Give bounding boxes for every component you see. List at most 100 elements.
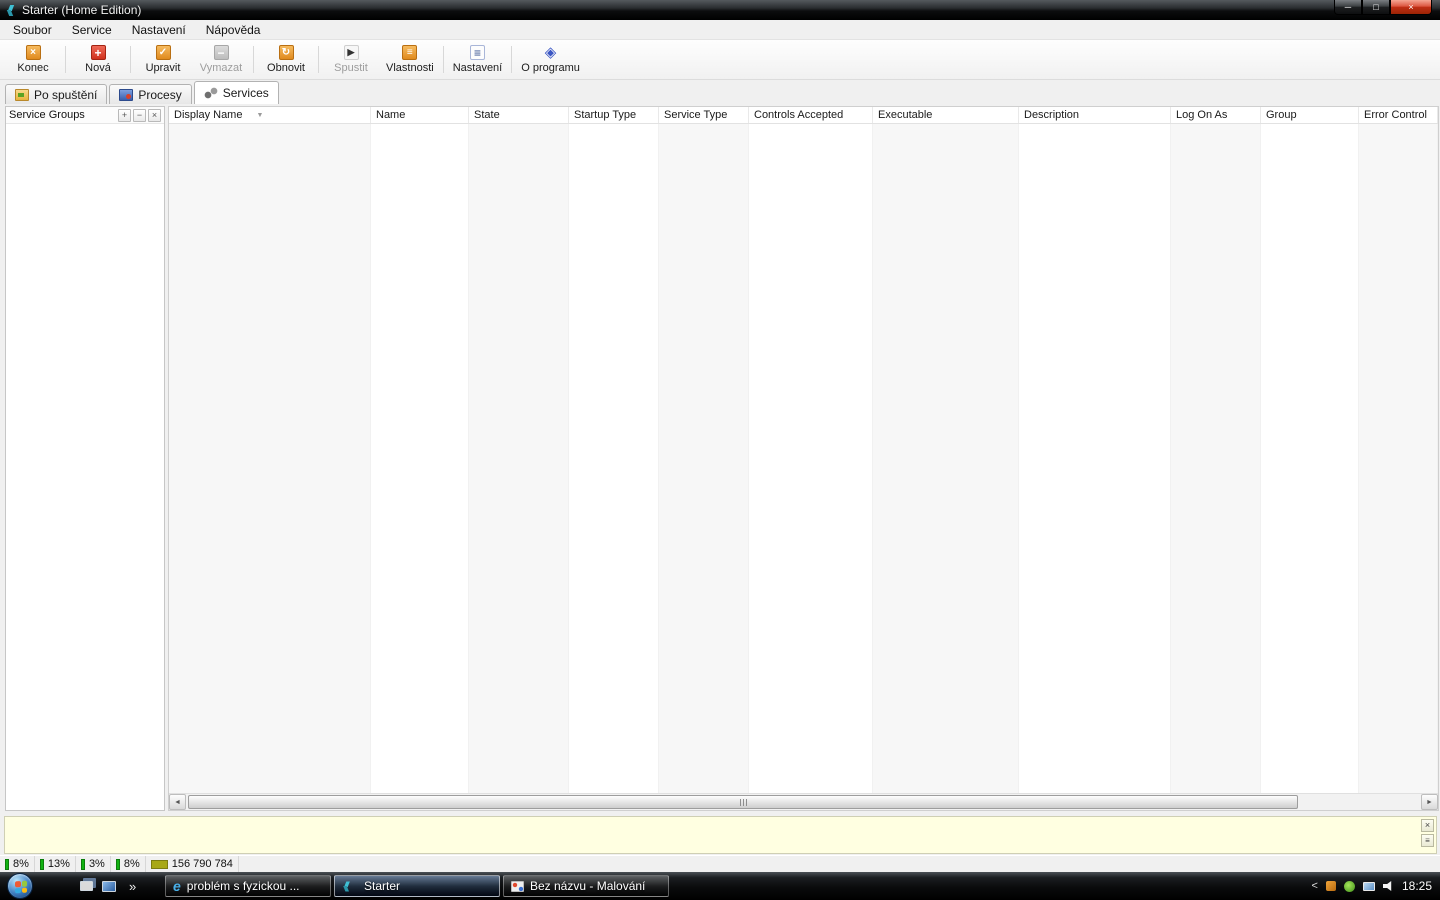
about-icon: ◈	[544, 44, 557, 61]
refresh-icon: ↻	[278, 45, 294, 60]
scrollbar-track[interactable]	[186, 794, 1421, 810]
delete-icon: −	[213, 45, 229, 60]
switch-windows-icon[interactable]	[80, 881, 93, 891]
tab-procesy[interactable]: Procesy	[109, 84, 192, 104]
column-header-group[interactable]: Group	[1261, 107, 1359, 123]
scrollbar-thumb[interactable]	[188, 795, 1298, 809]
horizontal-scrollbar: ◄ ►	[169, 793, 1438, 810]
note-menu-button[interactable]: ≡	[1421, 834, 1434, 847]
usage-value: 3%	[88, 858, 105, 870]
usage-value: 13%	[47, 858, 70, 870]
exit-icon: ×	[25, 45, 41, 60]
column-header-display-name[interactable]: Display Name ▼	[169, 107, 371, 123]
column-header-description[interactable]: Description	[1019, 107, 1171, 123]
minimize-button[interactable]: ─	[1334, 0, 1362, 15]
nova-button[interactable]: + Nová	[69, 42, 127, 77]
note-close-button[interactable]: ×	[1421, 819, 1434, 832]
table-column-stripe	[1359, 124, 1438, 793]
collapse-all-button[interactable]: −	[133, 108, 146, 122]
nastaveni-label: Nastavení	[452, 62, 503, 74]
properties-icon: ≡	[402, 45, 418, 60]
oprogramu-button[interactable]: ◈ O programu	[515, 42, 586, 77]
new-icon: +	[90, 45, 106, 60]
vlastnosti-button[interactable]: ≡ Vlastnosti	[380, 42, 440, 77]
vymazat-label: Vymazat	[199, 62, 243, 74]
internet-explorer-icon: e	[173, 878, 181, 894]
expand-all-button[interactable]: +	[118, 108, 131, 122]
start-button[interactable]	[7, 873, 33, 899]
clock[interactable]: 18:25	[1402, 879, 1432, 893]
tab-po-spusteni[interactable]: Po spuštění	[5, 84, 108, 104]
menu-nastaveni[interactable]: Nastavení	[122, 21, 196, 39]
titlebar: Starter (Home Edition) ─ □ ×	[0, 0, 1440, 20]
usage-cell: 8%	[111, 856, 146, 872]
scroll-right-button[interactable]: ►	[1421, 794, 1438, 810]
volume-icon[interactable]	[1382, 880, 1392, 892]
toolbar-separator	[130, 46, 131, 73]
settings-icon: ≡	[469, 45, 485, 60]
column-header-name[interactable]: Name	[371, 107, 469, 123]
taskbar: » e problém s fyzickou ... Starter Bez n…	[0, 872, 1440, 900]
memory-usage-cell: 156 790 784	[146, 856, 239, 872]
menu-service[interactable]: Service	[62, 21, 122, 39]
gpu-tray-icon[interactable]	[1343, 880, 1355, 892]
service-groups-title: Service Groups	[9, 109, 85, 121]
tray-expand-icon[interactable]: <	[1312, 880, 1318, 892]
table-column-stripe	[873, 124, 1019, 793]
menu-soubor[interactable]: Soubor	[3, 21, 62, 39]
toolbar-separator	[318, 46, 319, 73]
column-label: Display Name	[174, 109, 243, 121]
column-header-error-control[interactable]: Error Control	[1359, 107, 1438, 123]
vlastnosti-label: Vlastnosti	[386, 62, 434, 74]
konec-button[interactable]: × Konec	[4, 42, 62, 77]
show-desktop-icon[interactable]	[102, 880, 116, 892]
close-panel-button[interactable]: ×	[148, 108, 161, 122]
tab-procesy-label: Procesy	[138, 87, 182, 102]
table-column-stripe	[659, 124, 749, 793]
taskbar-button-paint[interactable]: Bez názvu - Malování	[503, 875, 669, 897]
table-header-row: Display Name ▼ Name State Startup Type S…	[169, 107, 1438, 124]
menu-napoveda[interactable]: Nápověda	[196, 21, 271, 39]
obnovit-label: Obnovit	[267, 62, 305, 74]
quick-launch-chevron-icon[interactable]: »	[129, 879, 136, 894]
nastaveni-button[interactable]: ≡ Nastavení	[447, 42, 509, 77]
column-header-state[interactable]: State	[469, 107, 569, 123]
close-button[interactable]: ×	[1390, 0, 1432, 15]
table-column-stripe	[371, 124, 469, 793]
table-column-stripe	[1171, 124, 1261, 793]
service-groups-header: Service Groups + − ×	[6, 107, 164, 124]
vymazat-button[interactable]: − Vymazat	[192, 42, 250, 77]
app-icon	[6, 4, 16, 17]
toolbar-separator	[253, 46, 254, 73]
services-table: Display Name ▼ Name State Startup Type S…	[168, 106, 1439, 811]
services-tab-icon	[203, 87, 218, 99]
column-header-log-on-as[interactable]: Log On As	[1171, 107, 1261, 123]
taskbar-button-ie[interactable]: e problém s fyzickou ...	[165, 875, 331, 897]
window-controls: ─ □ ×	[1334, 0, 1432, 15]
taskbar-button-starter[interactable]: Starter	[334, 875, 500, 897]
toolbar-separator	[442, 46, 444, 73]
toolbar: × Konec + Nová ✓ Upravit − Vymazat ↻ Obn…	[0, 40, 1440, 80]
window-title: Starter (Home Edition)	[22, 3, 142, 17]
column-header-controls-accepted[interactable]: Controls Accepted	[749, 107, 873, 123]
tray-app-icon[interactable]	[1325, 881, 1336, 891]
maximize-button[interactable]: □	[1362, 0, 1390, 15]
sort-descending-icon: ▼	[256, 111, 264, 119]
cpu-usage-cell: 8%	[0, 856, 35, 872]
column-header-service-type[interactable]: Service Type	[659, 107, 749, 123]
scroll-left-button[interactable]: ◄	[169, 794, 186, 810]
statusbar: 8% 13% 3% 8% 156 790 784	[0, 855, 1440, 872]
column-header-executable[interactable]: Executable	[873, 107, 1019, 123]
usage-cell: 13%	[35, 856, 76, 872]
table-column-stripe	[169, 124, 371, 793]
toolbar-separator	[511, 46, 513, 73]
tab-services[interactable]: Services	[193, 81, 279, 104]
upravit-button[interactable]: ✓ Upravit	[134, 42, 192, 77]
usage-meter-icon	[115, 858, 120, 870]
cpu-usage-value: 8%	[13, 858, 29, 870]
column-header-startup-type[interactable]: Startup Type	[569, 107, 659, 123]
network-icon[interactable]	[1362, 881, 1375, 891]
spustit-button[interactable]: ▶ Spustit	[322, 42, 380, 77]
obnovit-button[interactable]: ↻ Obnovit	[257, 42, 315, 77]
oprogramu-label: O programu	[521, 62, 580, 74]
